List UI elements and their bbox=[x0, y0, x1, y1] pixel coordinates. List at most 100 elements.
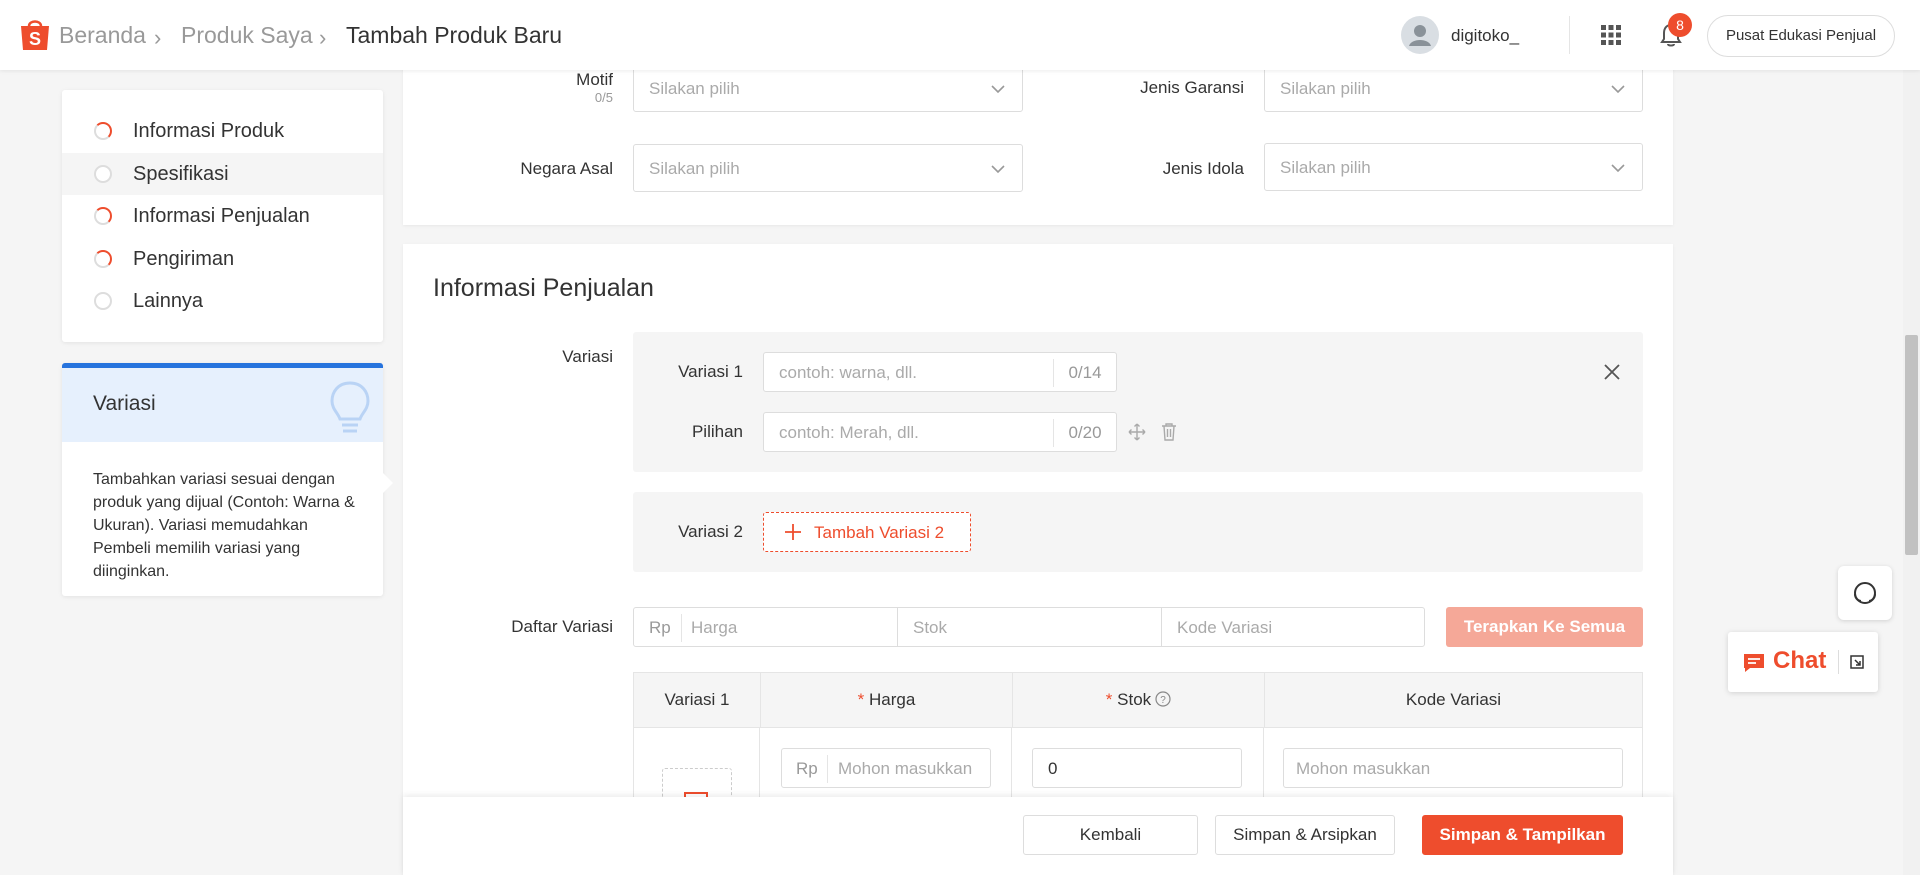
bulk-price-input[interactable]: Rp Harga bbox=[634, 608, 898, 646]
variasi-label: Variasi bbox=[562, 347, 613, 366]
trash-icon[interactable] bbox=[1160, 422, 1178, 442]
motif-select[interactable]: Silakan pilih bbox=[633, 64, 1023, 112]
tip-pointer bbox=[383, 473, 393, 493]
progress-dot-icon bbox=[94, 122, 112, 140]
motif-placeholder: Silakan pilih bbox=[649, 79, 740, 98]
jenis-garansi-placeholder: Silakan pilih bbox=[1280, 79, 1371, 98]
save-archive-button[interactable]: Simpan & Arsipkan bbox=[1215, 815, 1395, 855]
breadcrumb-separator-icon: › bbox=[319, 25, 327, 50]
apps-grid-icon[interactable] bbox=[1600, 24, 1622, 46]
progress-dot-icon bbox=[94, 165, 112, 183]
tip-card: Variasi Tambahkan variasi sesuai dengan … bbox=[62, 363, 383, 596]
bulk-stock-input[interactable]: Stok bbox=[898, 608, 1162, 646]
row-stock-input[interactable]: 0 bbox=[1032, 748, 1242, 788]
column-header-stok: * Stok? bbox=[1013, 673, 1264, 727]
currency-prefix: Rp bbox=[796, 759, 818, 778]
negara-asal-label: Negara Asal bbox=[520, 159, 613, 178]
column-header-kode-variasi: Kode Variasi bbox=[1405, 690, 1502, 709]
jenis-garansi-select[interactable]: Silakan pilih bbox=[1264, 64, 1643, 112]
column-header-harga: * Harga bbox=[761, 673, 1012, 727]
nav-item-spesifikasi[interactable]: Spesifikasi bbox=[62, 153, 383, 195]
chevron-down-icon bbox=[991, 165, 1005, 174]
avatar[interactable] bbox=[1401, 16, 1439, 54]
chevron-down-icon bbox=[991, 85, 1005, 94]
top-bar: S Beranda › Produk Saya › Tambah Produk … bbox=[0, 0, 1920, 70]
expand-icon[interactable] bbox=[1848, 653, 1866, 671]
jenis-idola-label: Jenis Idola bbox=[1162, 159, 1244, 178]
required-mark: * bbox=[1105, 690, 1113, 709]
section-nav: Informasi Produk Spesifikasi Informasi P… bbox=[62, 90, 383, 342]
tip-body: Tambahkan variasi sesuai dengan produk y… bbox=[93, 471, 355, 580]
jenis-idola-placeholder: Silakan pilih bbox=[1280, 158, 1371, 177]
shopee-logo-icon[interactable]: S bbox=[18, 16, 52, 52]
motif-count: 0/5 bbox=[594, 90, 613, 105]
breadcrumb-separator-icon: › bbox=[154, 25, 162, 50]
variasi-1-placeholder: contoh: warna, dll. bbox=[779, 363, 917, 382]
progress-dot-icon bbox=[94, 207, 112, 225]
apply-all-button[interactable]: Terapkan Ke Semua bbox=[1446, 607, 1643, 647]
seller-education-button[interactable]: Pusat Edukasi Penjual bbox=[1707, 15, 1895, 57]
variasi-2-label: Variasi 2 bbox=[678, 522, 743, 541]
tip-title: Variasi bbox=[93, 392, 156, 415]
prefix-divider bbox=[827, 755, 828, 783]
bulk-stock-placeholder: Stok bbox=[913, 618, 948, 637]
bulk-edit-group: Rp Harga Stok Kode Variasi bbox=[633, 607, 1425, 647]
motif-label: Motif bbox=[576, 70, 613, 89]
nav-item-pengiriman[interactable]: Pengiriman bbox=[62, 238, 383, 280]
required-mark: * bbox=[857, 690, 865, 709]
nav-item-lainnya[interactable]: Lainnya bbox=[62, 280, 383, 322]
svg-text:?: ? bbox=[1160, 695, 1166, 706]
tip-header: Variasi bbox=[62, 368, 383, 442]
chevron-down-icon bbox=[1611, 164, 1625, 173]
breadcrumb-home[interactable]: Beranda bbox=[59, 22, 146, 49]
variation-table-header: Variasi 1 * Harga * Stok? Kode Variasi bbox=[633, 672, 1643, 728]
pilihan-input[interactable]: contoh: Merah, dll. 0/20 bbox=[763, 412, 1117, 452]
jenis-idola-select[interactable]: Silakan pilih bbox=[1264, 143, 1643, 191]
daftar-variasi-label: Daftar Variasi bbox=[511, 617, 613, 636]
add-variasi-2-label: Tambah Variasi 2 bbox=[814, 523, 945, 542]
support-button[interactable] bbox=[1838, 566, 1892, 620]
section-title: Informasi Penjualan bbox=[433, 274, 654, 302]
bulk-price-placeholder: Harga bbox=[691, 618, 738, 637]
close-icon[interactable] bbox=[1603, 363, 1621, 381]
currency-prefix: Rp bbox=[649, 618, 671, 637]
bulk-code-input[interactable]: Kode Variasi bbox=[1162, 608, 1424, 646]
chat-widget[interactable]: Chat bbox=[1728, 632, 1878, 692]
nav-item-informasi-penjualan[interactable]: Informasi Penjualan bbox=[62, 195, 383, 237]
nav-item-label: Informasi Penjualan bbox=[133, 205, 310, 227]
column-header-label: Harga bbox=[869, 690, 916, 709]
nav-item-informasi-produk[interactable]: Informasi Produk bbox=[62, 110, 383, 152]
chat-label: Chat bbox=[1773, 647, 1827, 674]
breadcrumb-current: Tambah Produk Baru bbox=[346, 22, 563, 48]
progress-dot-icon bbox=[94, 292, 112, 310]
lightbulb-icon bbox=[330, 381, 370, 433]
save-show-button[interactable]: Simpan & Tampilkan bbox=[1422, 815, 1623, 855]
scrollbar-thumb[interactable] bbox=[1905, 335, 1918, 555]
chat-bubble-icon bbox=[1744, 654, 1764, 672]
back-button[interactable]: Kembali bbox=[1023, 815, 1198, 855]
row-price-input[interactable]: Rp Mohon masukkan bbox=[781, 748, 991, 788]
pilihan-placeholder: contoh: Merah, dll. bbox=[779, 423, 919, 442]
char-counter: 0/20 bbox=[1053, 419, 1116, 447]
negara-asal-placeholder: Silakan pilih bbox=[649, 159, 740, 178]
headset-icon bbox=[1854, 582, 1876, 604]
nav-item-label: Informasi Produk bbox=[133, 120, 285, 142]
variasi-1-name-input[interactable]: contoh: warna, dll. 0/14 bbox=[763, 352, 1117, 392]
help-icon[interactable]: ? bbox=[1155, 691, 1171, 707]
pilihan-label: Pilihan bbox=[691, 422, 743, 441]
add-variasi-2-button[interactable]: Tambah Variasi 2 bbox=[763, 512, 971, 552]
jenis-garansi-label: Jenis Garansi bbox=[1140, 78, 1244, 97]
negara-asal-select[interactable]: Silakan pilih bbox=[633, 144, 1023, 192]
plus-icon bbox=[785, 524, 801, 540]
drag-move-icon[interactable] bbox=[1128, 423, 1146, 441]
nav-item-label: Pengiriman bbox=[133, 248, 235, 270]
progress-dot-icon bbox=[94, 250, 112, 268]
breadcrumb-products[interactable]: Produk Saya bbox=[181, 22, 313, 49]
row-stock-value: 0 bbox=[1048, 759, 1058, 778]
column-header-label: Stok bbox=[1117, 690, 1152, 709]
nav-item-label: Spesifikasi bbox=[133, 163, 229, 185]
svg-text:S: S bbox=[29, 29, 41, 49]
variasi-1-label: Variasi 1 bbox=[678, 362, 743, 381]
username[interactable]: digitoko_ bbox=[1451, 26, 1519, 46]
row-code-input[interactable]: Mohon masukkan bbox=[1283, 748, 1623, 788]
